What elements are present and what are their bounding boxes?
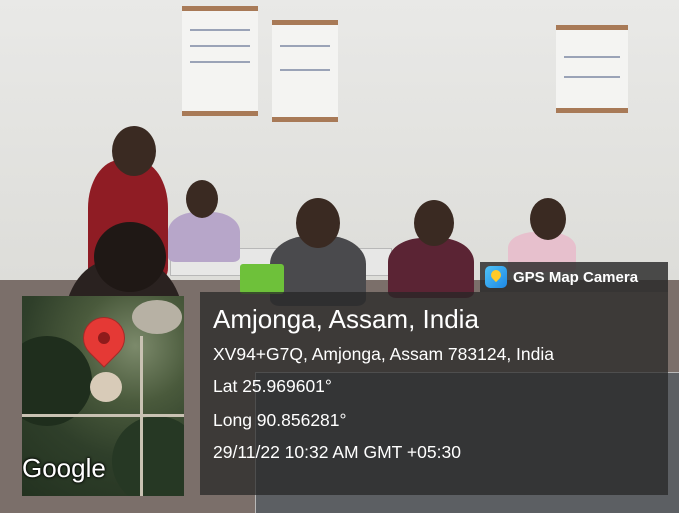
wall-chart: [182, 6, 258, 116]
gps-map-camera-badge: GPS Map Camera: [480, 262, 668, 292]
student-head: [186, 180, 218, 218]
student-head: [414, 200, 454, 246]
student-seated: [168, 212, 240, 262]
address: XV94+G7Q, Amjonga, Assam 783124, India: [213, 344, 554, 364]
location-info-panel: Amjonga, Assam, India XV94+G7Q, Amjonga,…: [200, 292, 668, 495]
place-name: Amjonga, Assam, India: [213, 304, 479, 334]
google-map-label: Google: [22, 453, 106, 483]
student-seated: [388, 238, 474, 298]
longitude: Long 90.856281°: [213, 410, 347, 430]
student-head: [112, 126, 156, 176]
green-folder: [240, 264, 284, 294]
satellite-map[interactable]: Google: [22, 296, 184, 496]
latitude: Lat 25.969601°: [213, 376, 332, 396]
student-head: [530, 198, 566, 240]
app-name: GPS Map Camera: [513, 268, 639, 286]
wall-chart: [556, 25, 628, 113]
timestamp: 29/11/22 10:32 AM GMT +05:30: [213, 442, 461, 462]
student-head: [94, 222, 166, 292]
wall-chart: [272, 20, 338, 122]
gps-map-camera-app-icon: [485, 266, 507, 288]
student-head: [296, 198, 340, 248]
